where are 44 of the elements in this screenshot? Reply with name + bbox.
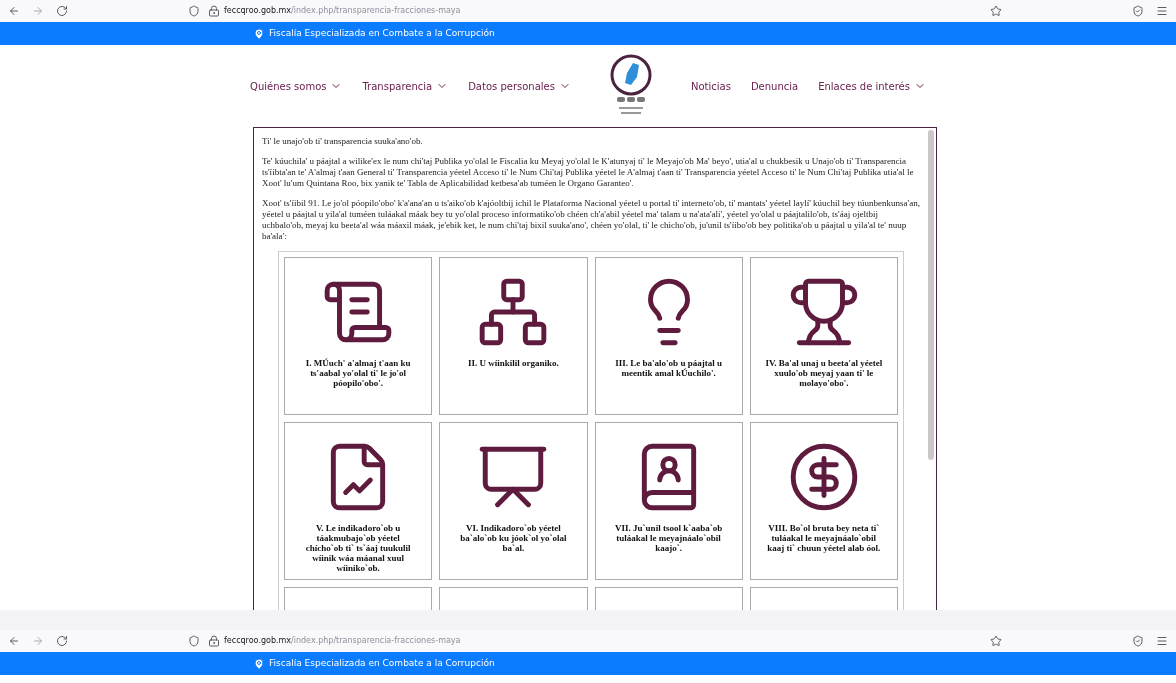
url-field[interactable]: feccqroo.gob.mx/index.php/transparencia-fracciones-maya — [224, 635, 461, 647]
menu-icon[interactable] — [1156, 635, 1168, 647]
shield-icon[interactable] — [188, 635, 200, 647]
top-bar-text: Fiscalía Especializada en Combate a la Corrupción — [269, 656, 495, 670]
nav-link[interactable]: Enlaces de interés — [818, 78, 926, 94]
menu-icon[interactable] — [1156, 5, 1168, 17]
paragraph: Te' kúuchila' u páajtal a wilike'ex le num chi'taj Publika yo'olal le Fiscalia ku Meyaj yo'olal le K'atunyaj ti' le Meyajo'ob Ma' beyo', utia'al u chukbesik u Unajo'ob ti' Transparencia ts'íibta'an te' A'almaj t'aan General ti' Transparencia yéetel Acceso ti' le Num Chi'taj Publika yéetel le A'almaj t'aan ti' Transparencia yéetel Acceso ti' le Num Chi'taj Publika utia'al le Xoot' lu'um Quintana Roo, bix yanik te' Tabla de Aplicabilidad ketbesa'ab tuméen le Organo Garanteo'. — [262, 156, 915, 189]
card-label: I. MÚuch' a'almaj t'aan ku ts'aabal yo'olal ti' le jo'ol póopilo'obo'. — [304, 358, 412, 388]
location-pin-icon — [253, 657, 265, 670]
fraction-card[interactable]: V. Le indikadoro`ob u táakmubajo`ob yéetel chícho`ob ti` ts`áaj tuukulil wíinik wáa máanal xuul wíiniko`ob. — [284, 422, 433, 580]
nav-link[interactable]: Transparencia — [362, 78, 449, 94]
nav-link[interactable]: Denuncia — [750, 78, 799, 94]
location-pin-icon — [253, 27, 265, 40]
card-label: II. U wíinkilil organiko. — [468, 358, 559, 368]
fraction-card[interactable]: VII. Ju`unil tsool k`aaba`ob tuláakal le meyajnáalo`obil kaajo`. — [594, 422, 743, 580]
card-label: III. Le ba'alo'ob u páajtal u meentik amal kÚuchilo'. — [614, 358, 723, 378]
star-icon[interactable] — [990, 5, 1002, 17]
reload-icon[interactable] — [56, 635, 68, 647]
fraction-card[interactable]: III. Le ba'alo'ob u páajtal u meentik amal kÚuchilo'. — [594, 257, 743, 415]
nav-link[interactable]: Datos personales — [468, 78, 571, 94]
reload-icon[interactable] — [56, 5, 68, 17]
back-icon[interactable] — [8, 635, 20, 647]
card-label: V. Le indikadoro`ob u táakmubajo`ob yéetel chícho`ob ti` ts`áaj tuukulil wíinik wáa máanal xuul wíiniko`ob. — [304, 523, 412, 573]
paragraph: Ti' le unajo'ob ti' transparencia suuka'ano'ob. — [262, 136, 424, 147]
lock-icon[interactable] — [208, 635, 220, 647]
back-icon[interactable] — [8, 5, 20, 17]
fraction-card[interactable]: I. MÚuch' a'almaj t'aan ku ts'aabal yo'olal ti' le jo'ol póopilo'obo'. — [284, 257, 433, 415]
card-label: VII. Ju`unil tsool k`aaba`ob tuláakal le meyajnáalo`obil kaajo`. — [614, 523, 724, 553]
star-icon[interactable] — [990, 635, 1002, 647]
lock-icon[interactable] — [208, 5, 220, 17]
fraction-card[interactable]: II. U wíinkilil organiko. — [439, 257, 588, 415]
fraction-card[interactable]: IV. Ba'al unaj u beeta'al yéetel xuulo'ob meyaj yaan ti' le molayo'obo'. — [749, 257, 898, 415]
fraction-card[interactable]: VIII. Bo`ol bruta bey neta ti` tuláakal le meyajnáalo`obil kaaj ti` chuun yéetel alab óol. — [749, 422, 898, 580]
fraction-card[interactable]: VI. Indikadoro`ob yéetel ba`alo`ob ku jóok`ol yo`olal ba`al. — [439, 422, 588, 580]
url-field[interactable]: feccqroo.gob.mx/index.php/transparencia-fracciones-maya — [224, 5, 461, 17]
shield-icon[interactable] — [188, 5, 200, 17]
card-label: IV. Ba'al unaj u beeta'al yéetel xuulo'ob meyaj yaan ti' le molayo'obo'. — [764, 358, 884, 388]
card-label: VIII. Bo`ol bruta bey neta ti` tuláakal le meyajnáalo`obil kaaj ti` chuun yéetel alab óol. — [766, 523, 882, 553]
scrollbar[interactable] — [928, 130, 934, 460]
card-label: VI. Indikadoro`ob yéetel ba`alo`ob ku jóok`ol yo`olal ba`al. — [459, 523, 568, 553]
nav-link[interactable]: Noticias — [691, 78, 731, 94]
nav-link[interactable]: Quiénes somos — [250, 78, 343, 94]
paragraph: Xoot' ts'íibil 91. Le jo'ol póopilo'obo' k'a'ana'an u ts'aiko'ob k'ajóoltbij ichil le Plataforma Nacional yéetel u portal ti' interneto'ob, ti' mantats' yéetel laylí' kúuchil bey túunbenkunsa'an, yéetel u páajtal u yila'al tuméen tuláakal máak bey tu yo'olal proceso informatiko'ob chéen ch'a'abil yéetel ma' talam u na'ata'ali', yéetel yo'olal u páajtalilo'ob, ts'áaj ojeltbij uchbalo'ob, meyaj ku beeta'al wáa máaxil máak, je'ebik ket, le num chi'taj bixil suuka'ano', chéen yo'olal, ti' le chicho'ob, ju'unil ts'íibo'ob bey politika'ob u páajtal u yila'al te' nuup ba'ala': — [262, 198, 920, 242]
top-bar-text: Fiscalía Especializada en Combate a la Corrupción — [269, 26, 495, 40]
